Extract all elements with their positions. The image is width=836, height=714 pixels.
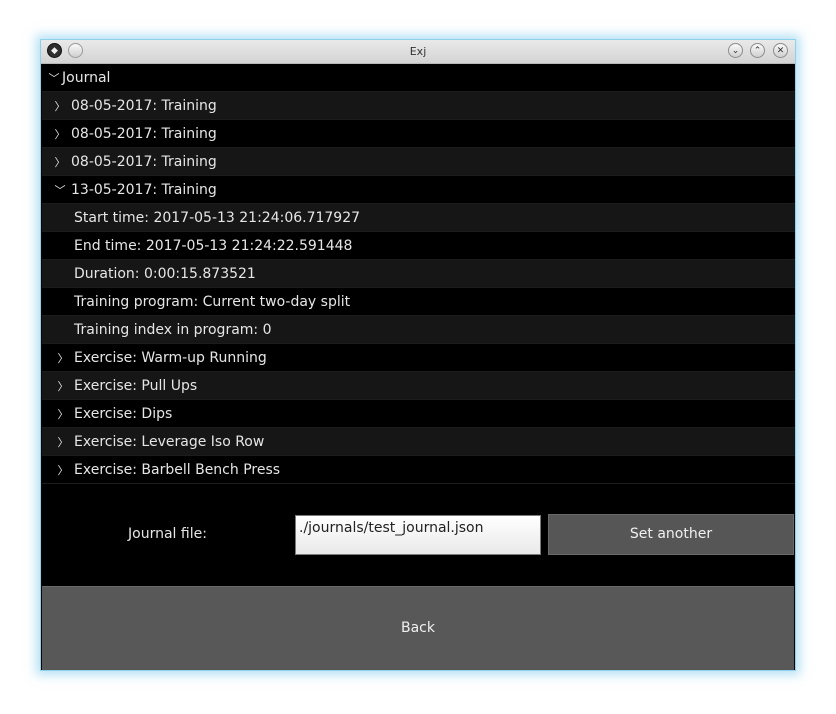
detail-start-time[interactable]: Start time: 2017-05-13 21:24:06.717927 — [42, 204, 795, 232]
detail-training-index[interactable]: Training index in program: 0 — [42, 316, 795, 344]
chevron-right-icon[interactable]: 〉 — [55, 457, 71, 485]
exercise-item[interactable]: 〉 Exercise: Warm-up Running — [42, 344, 795, 372]
tree-entry[interactable]: 〉 08-05-2017: Training — [42, 120, 795, 148]
set-another-button[interactable]: Set another — [548, 514, 794, 555]
window-title: Exj — [409, 45, 427, 58]
chevron-right-icon[interactable]: 〉 — [52, 93, 68, 121]
close-icon[interactable]: ✕ — [773, 43, 788, 58]
chevron-right-icon[interactable]: 〉 — [55, 345, 71, 373]
app-window: ◆ Exj ⌄ ⌃ ✕ ﹀ Journal 〉 08-05-2017: Traini… — [40, 39, 796, 671]
tree-entry[interactable]: 〉 08-05-2017: Training — [42, 92, 795, 120]
tree-entry[interactable]: 〉 08-05-2017: Training — [42, 148, 795, 176]
detail-duration[interactable]: Duration: 0:00:15.873521 — [42, 260, 795, 288]
chevron-right-icon[interactable]: 〉 — [55, 373, 71, 401]
maximize-icon[interactable]: ⌃ — [750, 43, 765, 58]
chevron-right-icon[interactable]: 〉 — [52, 121, 68, 149]
detail-end-time[interactable]: End time: 2017-05-13 21:24:22.591448 — [42, 232, 795, 260]
exercise-item[interactable]: 〉 Exercise: Leverage Iso Row — [42, 428, 795, 456]
tree-entry-expanded[interactable]: ﹀ 13-05-2017: Training — [42, 176, 795, 204]
exercise-item[interactable]: 〉 Exercise: Pull Ups — [42, 372, 795, 400]
journal-file-label: Journal file: — [128, 526, 207, 542]
exercise-item[interactable]: 〉 Exercise: Barbell Bench Press — [42, 456, 795, 484]
chevron-down-icon[interactable]: ﹀ — [46, 65, 62, 93]
chevron-right-icon[interactable]: 〉 — [55, 401, 71, 429]
title-bar[interactable]: ◆ Exj ⌄ ⌃ ✕ — [41, 40, 795, 64]
chevron-right-icon[interactable]: 〉 — [55, 429, 71, 457]
journal-tree[interactable]: ﹀ Journal 〉 08-05-2017: Training 〉 08-05-20… — [42, 64, 795, 484]
chevron-right-icon[interactable]: 〉 — [52, 149, 68, 177]
chevron-down-icon[interactable]: ﹀ — [52, 177, 68, 205]
tree-root-journal[interactable]: ﹀ Journal — [42, 64, 795, 92]
exercise-item[interactable]: 〉 Exercise: Dips — [42, 400, 795, 428]
minimize-icon[interactable]: ⌄ — [728, 43, 743, 58]
back-button[interactable]: Back — [42, 586, 794, 670]
detail-training-program[interactable]: Training program: Current two-day split — [42, 288, 795, 316]
journal-file-input[interactable]: ./journals/test_journal.json — [295, 515, 541, 555]
